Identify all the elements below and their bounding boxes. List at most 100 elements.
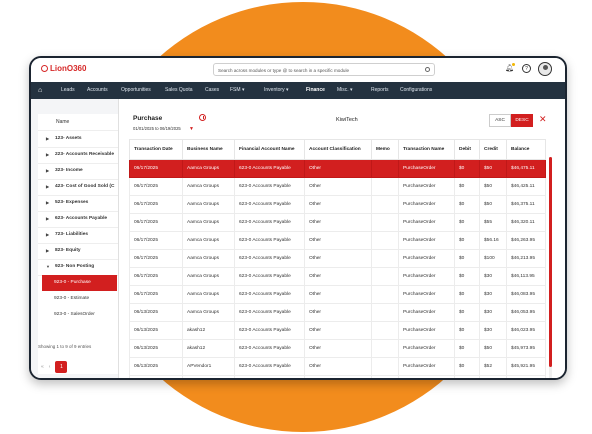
table-cell: $30 [479,267,507,286]
table-cell: 06/13/2025 [129,339,183,358]
sort-asc-button[interactable]: ASC [489,114,511,127]
table-cell: $50 [479,159,507,178]
home-icon[interactable]: ⌂ [38,82,42,99]
col-business-name[interactable]: Business Name [182,139,235,160]
table-row[interactable]: 06/17/2025 Aamca Groups 623-0 Accounts Pay… [129,267,546,286]
table-cell: 06/17/2025 [129,177,183,196]
tree-item-expenses[interactable]: ▶ 523- Expenses [38,195,118,212]
table-cell: 06/17/2025 [129,267,183,286]
col-account-classification[interactable]: Account Classification [304,139,372,160]
table-row[interactable]: 06/17/2025 Aamca Groups 623-0 Accounts Pay… [129,177,546,196]
table-row[interactable]: 06/17/2025 Aamca Groups 623-0 Accounts Pay… [129,231,546,250]
table-cell: Aamca Groups [182,159,235,178]
col-balance[interactable]: Balance [506,139,546,160]
table-cell: $45,973.95 [506,339,546,358]
expand-arrow-icon: ▶ [46,136,50,141]
table-cell: 06/11/2025 [129,375,183,378]
table-cell: $52 [479,357,507,376]
table-cell: 623-0 Accounts Payable [234,321,305,340]
col-debit[interactable]: Debit [454,139,480,160]
tree-subitem-estimate[interactable]: 923-0 - Estimate [42,291,117,307]
table-cell: $0 [454,267,480,286]
logo-text: LionO360 [50,64,87,73]
user-avatar[interactable] [538,62,552,76]
search-input[interactable]: Search across modules or type @ to searc… [213,63,435,76]
table-cell: PurchaseOrder [398,231,455,250]
table-cell: PurchaseOrder [398,375,455,378]
table-row[interactable]: 06/13/2025 APVendor1 623-0 Accounts Payabl… [129,357,546,376]
table-row[interactable]: 06/13/2025 Aamca Groups 623-0 Accounts Pay… [129,303,546,322]
prev-page-button[interactable]: ‹ [49,364,51,370]
table-row[interactable]: 06/17/2025 Aamca Groups 623-0 Accounts Pay… [129,285,546,304]
tree-item-income[interactable]: ▶ 323- Income [38,163,118,180]
table-cell: Other [304,231,372,250]
clock-icon[interactable] [199,114,206,121]
nav-finance[interactable]: Finance [306,82,325,99]
table-cell: Other [304,267,372,286]
table-row[interactable]: 06/17/2025 Aamca Groups 623-0 Accounts Pay… [129,249,546,268]
table-cell [371,177,399,196]
nav-misc[interactable]: Misc. ▾ [337,82,353,99]
nav-inventory[interactable]: Inventory ▾ [264,82,288,99]
table-cell: $55 [479,213,507,232]
nav-opportunities[interactable]: Opportunities [121,82,151,99]
entries-info: Showing 1 to 9 of 9 entries [38,344,92,349]
tree-subitem-purchase[interactable]: 923-0 - Purchase [42,275,117,291]
col-transaction-date[interactable]: Transaction Date [129,139,183,160]
table-cell: $30 [479,321,507,340]
table-cell: Other [304,321,372,340]
table-row[interactable]: 06/17/2025 Aamca Groups 623-0 Accounts Pay… [129,195,546,214]
col-financial-account-name[interactable]: Financial Account Name [234,139,305,160]
col-credit[interactable]: Credit [479,139,507,160]
bell-icon[interactable]: 🔔︎ [505,63,515,73]
tree-item-non-posting[interactable]: ▼ 923- Non Posting [38,259,118,276]
page-1-button[interactable]: 1 [55,360,68,373]
tree-subitem-salesorder[interactable]: 923-0 - SalesOrder [42,307,117,323]
nav-reports[interactable]: Reports [371,82,389,99]
tree-item-assets[interactable]: ▶ 123- Assets [38,131,118,148]
sort-desc-button[interactable]: DESC [511,114,533,127]
table-row[interactable]: 06/17/2025 Aamca Groups 623-0 Accounts Pay… [129,159,546,178]
table-cell: $30 [479,285,507,304]
nav-sales-quota[interactable]: Sales Quota [165,82,193,99]
tree-item-accounts-receivable[interactable]: ▶ 223- Accounts Receivable [38,147,118,164]
top-bar: LionO360 Search across modules or type @… [31,58,565,83]
close-icon[interactable]: ✕ [539,113,547,126]
col-transaction-name[interactable]: Transaction Name [398,139,455,160]
nav-cases[interactable]: Cases [205,82,219,99]
tree-item-equity[interactable]: ▶ 823- Equity [38,243,118,260]
app-logo[interactable]: LionO360 [41,64,86,73]
date-dropdown-icon[interactable]: ▼ [189,126,194,132]
first-page-button[interactable]: « [41,364,44,370]
table-row[interactable]: 06/11/2025APVendor1623-0 Accounts Payabl… [129,375,546,378]
nav-accounts[interactable]: Accounts [87,82,108,99]
tree-item-accounts-payable[interactable]: ▶ 623- Accounts Payable [38,211,118,228]
table-row[interactable]: 06/17/2025 Aamca Groups 623-0 Accounts Pay… [129,213,546,232]
tree-item-liabilities[interactable]: ▶ 723- Liabilities [38,227,118,244]
nav-fsm[interactable]: FSM ▾ [230,82,244,99]
table-cell: 06/17/2025 [129,231,183,250]
tree-item-cost-of-goods[interactable]: ▶ 423- Cost of Good Sold (C [38,179,118,196]
col-memo[interactable]: Memo [371,139,399,160]
table-cell: Other [304,375,372,378]
table-cell: PurchaseOrder [398,177,455,196]
table-cell: 623-0 Accounts Payable [234,177,305,196]
table-cell [371,303,399,322]
table-cell: $45,871.95 [506,375,546,378]
table-cell: 623-0 Accounts Payable [234,267,305,286]
table-cell: $0 [454,213,480,232]
scrollbar-thumb[interactable] [549,157,552,367]
notification-dot [512,63,515,66]
table-row[interactable]: 06/13/2025 akash12 623-0 Accounts Payable O… [129,339,546,358]
help-icon[interactable]: ? [522,64,531,73]
nav-leads[interactable]: Leads [61,82,75,99]
table-cell: PurchaseOrder [398,303,455,322]
sidebar: Name ▶ 123- Assets ▶ 223- Accounts Receiva… [31,99,119,378]
table-cell: $46,083.95 [506,285,546,304]
table-cell: $46,320.11 [506,213,546,232]
date-range[interactable]: 01/01/2025 to 06/19/2025 [133,126,181,131]
table-cell: 623-0 Accounts Payable [234,339,305,358]
table-row[interactable]: 06/13/2025 akash12 623-0 Accounts Payable O… [129,321,546,340]
table-cell: $0 [454,177,480,196]
nav-configurations[interactable]: Configurations [400,82,432,99]
